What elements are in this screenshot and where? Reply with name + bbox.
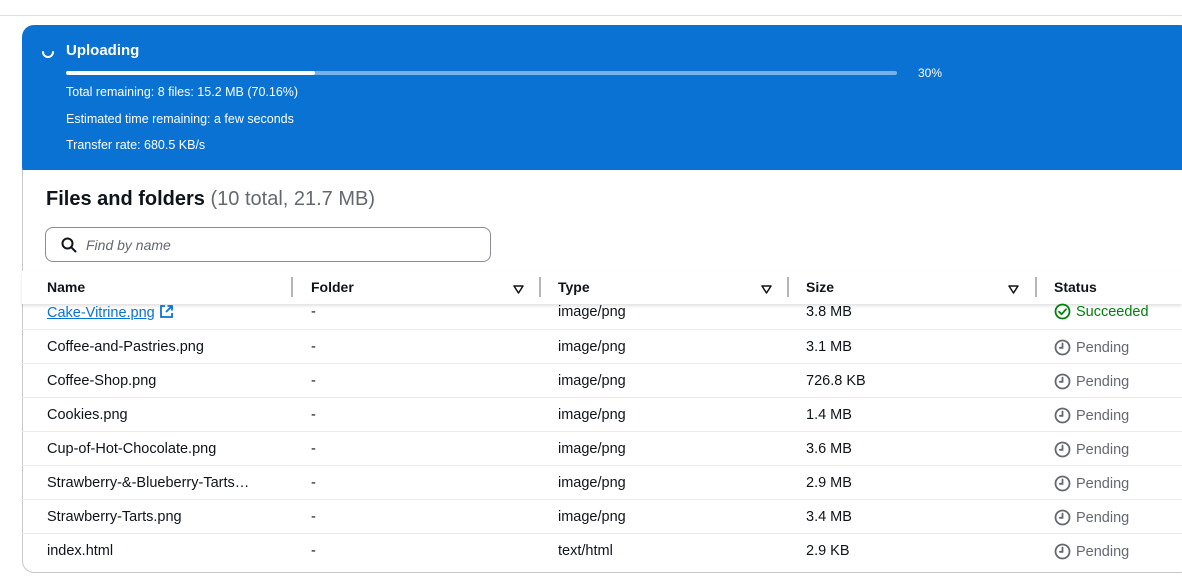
column-header-size[interactable]: Size (806, 279, 834, 295)
file-name-cell: Coffee-Shop.png (47, 373, 157, 389)
type-cell: text/html (558, 543, 613, 559)
size-cell: 3.1 MB (806, 339, 852, 355)
clock-icon (1054, 441, 1071, 458)
status-text: Pending (1076, 543, 1130, 560)
table-row: Strawberry-&-Blueberry-Tarts… - image/pn… (22, 466, 1182, 500)
upload-title: Uploading (66, 42, 140, 59)
search-icon (61, 237, 77, 253)
files-heading-title: Files and folders (46, 188, 205, 210)
caret-down-icon[interactable] (513, 281, 524, 294)
external-link-icon[interactable] (159, 305, 174, 323)
table-row: Cup-of-Hot-Chocolate.png - image/png 3.6… (22, 432, 1182, 466)
table-row: Cake-Vitrine.png - image/png 3.8 MB Succ… (22, 296, 1182, 330)
status-cell: Pending (1054, 373, 1129, 390)
status-text: Pending (1076, 373, 1130, 390)
folder-cell: - (311, 373, 316, 389)
column-header-type[interactable]: Type (558, 279, 590, 295)
folder-cell: - (311, 509, 316, 525)
upload-progress-percent: 30% (918, 66, 943, 80)
type-cell: image/png (558, 373, 626, 389)
type-cell: image/png (558, 339, 626, 355)
size-cell: 3.4 MB (806, 509, 852, 525)
clock-icon (1054, 339, 1071, 356)
status-text: Pending (1076, 441, 1130, 458)
status-text: Succeeded (1076, 303, 1149, 320)
column-resizer[interactable] (539, 277, 541, 297)
file-name-cell: Strawberry-Tarts.png (47, 509, 182, 525)
column-header-name[interactable]: Name (47, 279, 85, 295)
table-row: Coffee-and-Pastries.png - image/png 3.1 … (22, 330, 1182, 364)
size-cell: 3.6 MB (806, 441, 852, 457)
file-name-link[interactable]: Cake-Vitrine.png (47, 305, 155, 321)
check-circle-icon (1054, 303, 1071, 320)
size-cell: 3.8 MB (806, 304, 852, 320)
size-cell: 726.8 KB (806, 373, 866, 389)
size-cell: 2.9 MB (806, 475, 852, 491)
folder-cell: - (311, 304, 316, 320)
top-divider (0, 15, 1182, 16)
status-text: Pending (1076, 407, 1130, 424)
column-resizer[interactable] (1035, 277, 1037, 297)
file-name-cell: index.html (47, 543, 114, 559)
spinner-icon (41, 45, 55, 59)
column-resizer[interactable] (291, 277, 293, 297)
column-header-status[interactable]: Status (1054, 279, 1097, 295)
upload-progress-banner: Uploading 30% Total remaining: 8 files: … (22, 25, 1182, 179)
status-cell: Pending (1054, 509, 1129, 526)
table-row: index.html - text/html 2.9 KB Pending (22, 534, 1182, 568)
table-row: Strawberry-Tarts.png - image/png 3.4 MB … (22, 500, 1182, 534)
status-text: Pending (1076, 339, 1130, 356)
status-cell: Succeeded (1054, 303, 1149, 320)
clock-icon (1054, 509, 1071, 526)
transfer-rate-text: Transfer rate: 680.5 KB/s (66, 138, 206, 152)
clock-icon (1054, 475, 1071, 492)
size-cell: 1.4 MB (806, 407, 852, 423)
status-cell: Pending (1054, 339, 1129, 356)
files-heading-count: (10 total, 21.7 MB) (210, 188, 376, 210)
file-name-cell: Coffee-and-Pastries.png (47, 339, 204, 355)
file-name-cell: Cookies.png (47, 407, 128, 423)
folder-cell: - (311, 339, 316, 355)
type-cell: image/png (558, 475, 626, 491)
clock-icon (1054, 543, 1071, 560)
clock-icon (1054, 373, 1071, 390)
type-cell: image/png (558, 407, 626, 423)
files-heading: Files and folders (10 total, 21.7 MB) (46, 188, 375, 211)
status-text: Pending (1076, 509, 1130, 526)
type-cell: image/png (558, 509, 626, 525)
status-cell: Pending (1054, 543, 1129, 560)
status-text: Pending (1076, 475, 1130, 492)
clock-icon (1054, 407, 1071, 424)
file-name-cell: Cup-of-Hot-Chocolate.png (47, 441, 217, 457)
status-cell: Pending (1054, 441, 1129, 458)
upload-progress-bar (66, 71, 897, 75)
total-remaining-text: Total remaining: 8 files: 15.2 MB (70.16… (66, 85, 299, 99)
column-resizer[interactable] (787, 277, 789, 297)
estimated-time-text: Estimated time remaining: a few seconds (66, 112, 294, 126)
folder-cell: - (311, 543, 316, 559)
type-cell: image/png (558, 304, 626, 320)
status-cell: Pending (1054, 475, 1129, 492)
folder-cell: - (311, 407, 316, 423)
table-row: Coffee-Shop.png - image/png 726.8 KB Pen… (22, 364, 1182, 398)
column-header-folder[interactable]: Folder (311, 279, 354, 295)
type-cell: image/png (558, 441, 626, 457)
folder-cell: - (311, 475, 316, 491)
file-name-cell: Cake-Vitrine.png (47, 304, 277, 323)
size-cell: 2.9 KB (806, 543, 850, 559)
caret-down-icon[interactable] (1008, 281, 1019, 294)
caret-down-icon[interactable] (761, 281, 772, 294)
search-box[interactable] (45, 227, 491, 262)
upload-progress-fill (66, 71, 316, 75)
folder-cell: - (311, 441, 316, 457)
search-input[interactable] (86, 236, 466, 253)
file-name-cell: Strawberry-&-Blueberry-Tarts… (47, 475, 250, 491)
table-row: Cookies.png - image/png 1.4 MB Pending (22, 398, 1182, 432)
status-cell: Pending (1054, 407, 1129, 424)
